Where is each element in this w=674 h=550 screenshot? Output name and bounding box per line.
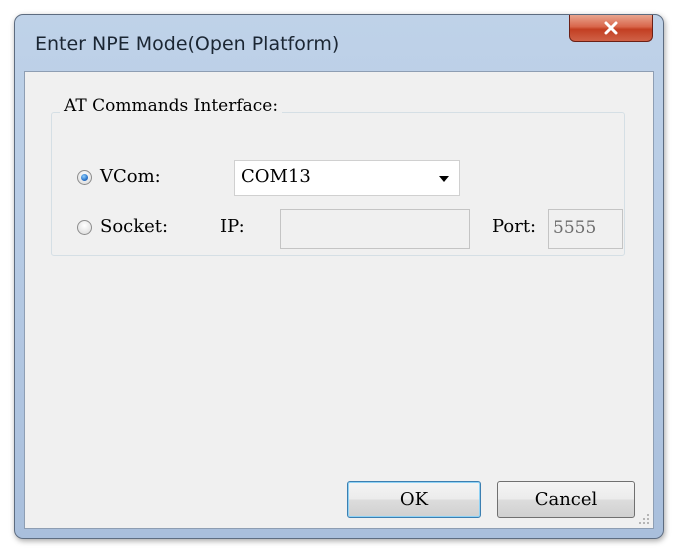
- port-input[interactable]: 5555: [548, 209, 623, 249]
- port-label: Port:: [492, 216, 537, 237]
- vcom-label: VCom:: [100, 166, 161, 187]
- socket-radio[interactable]: [77, 220, 92, 235]
- radio-selected-dot: [81, 174, 88, 181]
- title-bar[interactable]: Enter NPE Mode(Open Platform): [15, 15, 663, 71]
- vcom-port-value: COM13: [241, 166, 311, 187]
- socket-label: Socket:: [100, 216, 169, 237]
- close-x-icon: [604, 21, 618, 35]
- ok-button[interactable]: OK: [347, 481, 481, 518]
- cancel-button[interactable]: Cancel: [497, 481, 635, 518]
- dialog-window: Enter NPE Mode(Open Platform) AT Command…: [14, 14, 664, 539]
- ip-input[interactable]: [280, 209, 470, 249]
- dialog-body: AT Commands Interface: VCom: COM13 Socke…: [24, 71, 654, 529]
- close-button[interactable]: [569, 15, 653, 42]
- dropdown-arrow-icon[interactable]: [439, 176, 449, 182]
- vcom-port-select[interactable]: COM13: [234, 160, 460, 196]
- group-label: AT Commands Interface:: [60, 96, 283, 116]
- vcom-radio[interactable]: [77, 170, 92, 185]
- resize-grip-icon[interactable]: [638, 513, 650, 525]
- ip-label: IP:: [220, 216, 245, 237]
- window-title: Enter NPE Mode(Open Platform): [35, 33, 340, 55]
